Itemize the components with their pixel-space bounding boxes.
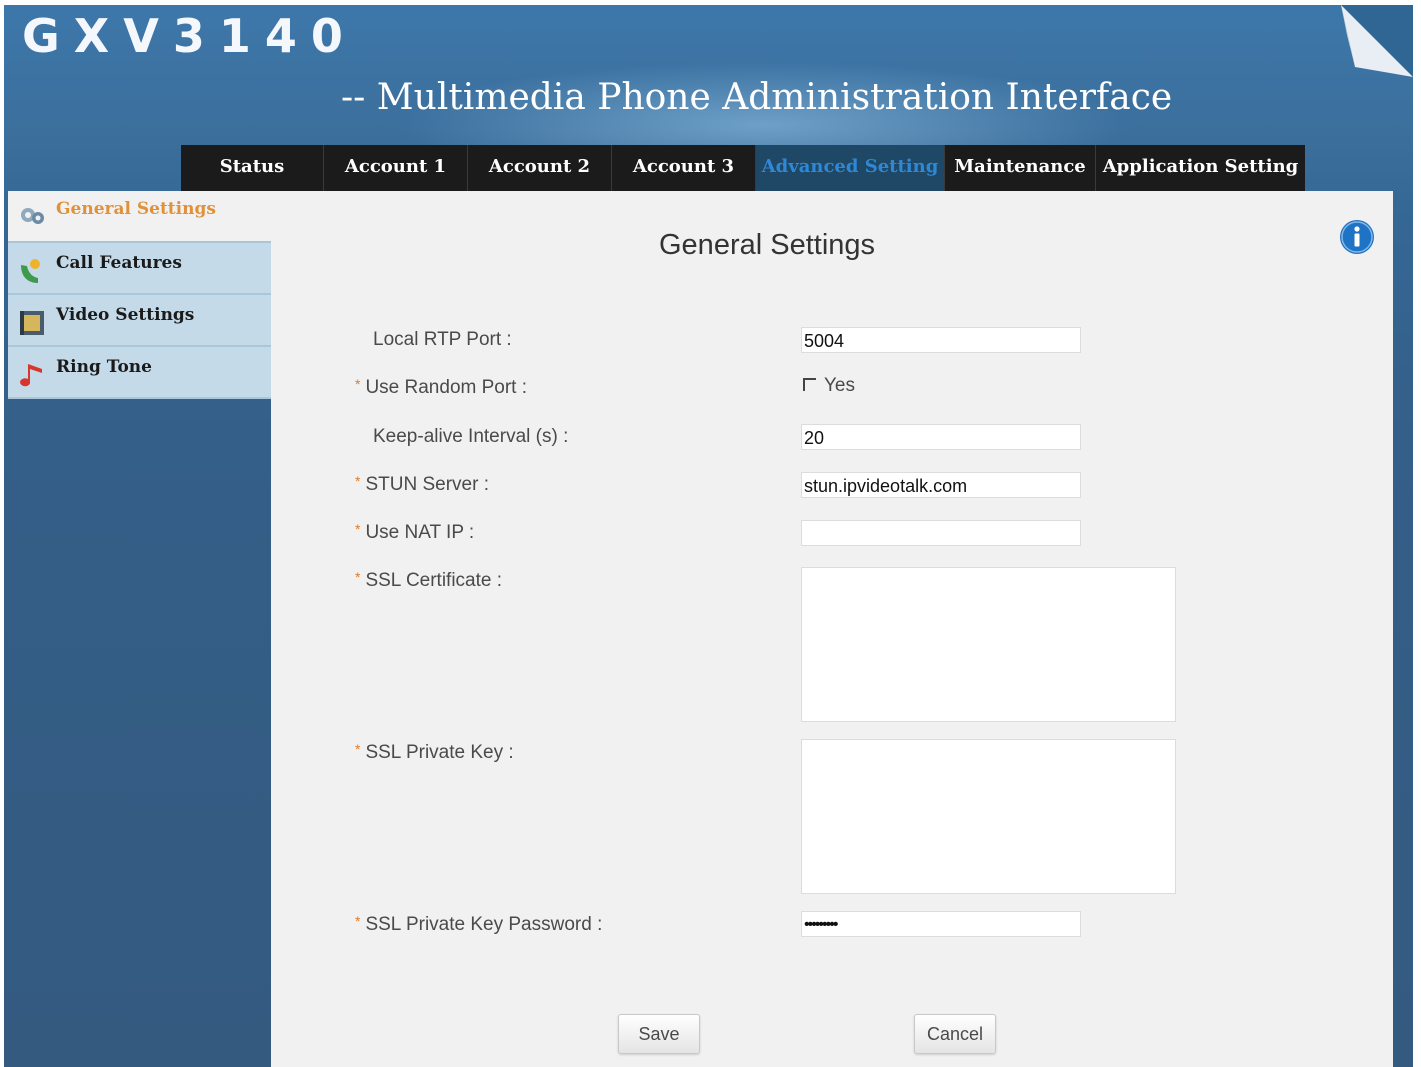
- ssl-certificate-textarea[interactable]: [801, 567, 1176, 722]
- required-mark: *: [355, 569, 361, 585]
- required-mark: *: [355, 741, 361, 757]
- required-mark: *: [355, 376, 361, 392]
- tab-advanced-setting[interactable]: Advanced Setting: [756, 145, 945, 191]
- sidebar-item-label: General Settings: [56, 199, 216, 219]
- info-icon[interactable]: [1339, 219, 1375, 255]
- sidebar-item-general-settings[interactable]: General Settings: [8, 191, 271, 243]
- checkbox-label: Yes: [824, 375, 855, 396]
- required-mark: *: [355, 521, 361, 537]
- sidebar-item-video-settings[interactable]: Video Settings: [8, 295, 271, 347]
- tab-maintenance[interactable]: Maintenance: [945, 145, 1096, 191]
- sidebar-item-ring-tone[interactable]: Ring Tone: [8, 347, 271, 399]
- local-rtp-port-input[interactable]: 5004: [801, 327, 1081, 353]
- page-title: General Settings: [659, 229, 876, 261]
- sidebar-item-label: Ring Tone: [56, 357, 152, 377]
- ssl-private-key-textarea[interactable]: [801, 739, 1176, 894]
- tab-application-setting[interactable]: Application Setting: [1096, 145, 1305, 191]
- stun-server-label: * STUN Server :: [355, 473, 489, 495]
- user-phone-icon: [21, 259, 40, 283]
- tab-account-3[interactable]: Account 3: [612, 145, 756, 191]
- sidebar: General Settings Call Features Video Set…: [8, 191, 271, 399]
- sidebar-item-call-features[interactable]: Call Features: [8, 243, 271, 295]
- music-note-icon: [20, 364, 42, 387]
- ssl-private-key-password-input[interactable]: •••••••••: [801, 911, 1081, 937]
- gears-icon: [21, 208, 44, 224]
- ssl-certificate-label: * SSL Certificate :: [355, 569, 503, 591]
- header-subtitle: -- Multimedia Phone Administration Inter…: [341, 77, 1173, 118]
- app-window: GXV3140 -- Multimedia Phone Administrati…: [4, 5, 1413, 1067]
- required-mark: *: [355, 913, 361, 929]
- tab-account-2[interactable]: Account 2: [468, 145, 612, 191]
- keep-alive-label: Keep-alive Interval (s) :: [373, 426, 569, 447]
- ssl-private-key-password-label: * SSL Private Key Password :: [355, 913, 603, 935]
- keep-alive-input[interactable]: 20: [801, 424, 1081, 450]
- use-random-port-label: * Use Random Port :: [355, 376, 528, 398]
- save-button[interactable]: Save: [618, 1014, 700, 1054]
- use-nat-ip-label: * Use NAT IP :: [355, 521, 475, 543]
- tab-status[interactable]: Status: [181, 145, 324, 191]
- use-nat-ip-input[interactable]: [801, 520, 1081, 546]
- stun-server-input[interactable]: stun.ipvideotalk.com: [801, 472, 1081, 498]
- sidebar-item-label: Call Features: [56, 253, 182, 273]
- main-content: General Settings Local RTP Port : 5004 *…: [271, 191, 1393, 1067]
- required-mark: *: [355, 473, 361, 489]
- checkbox-icon[interactable]: [803, 378, 816, 391]
- use-random-port-checkbox[interactable]: Yes: [803, 375, 855, 397]
- tab-account-1[interactable]: Account 1: [324, 145, 468, 191]
- cancel-button[interactable]: Cancel: [914, 1014, 996, 1054]
- brand-title: GXV3140: [22, 9, 357, 63]
- page-curl-icon[interactable]: [1341, 5, 1413, 77]
- film-icon: [20, 311, 44, 335]
- ssl-private-key-label: * SSL Private Key :: [355, 741, 514, 763]
- main-nav: Status Account 1 Account 2 Account 3 Adv…: [181, 145, 1305, 191]
- local-rtp-port-label: Local RTP Port :: [373, 329, 512, 350]
- sidebar-item-label: Video Settings: [56, 305, 195, 325]
